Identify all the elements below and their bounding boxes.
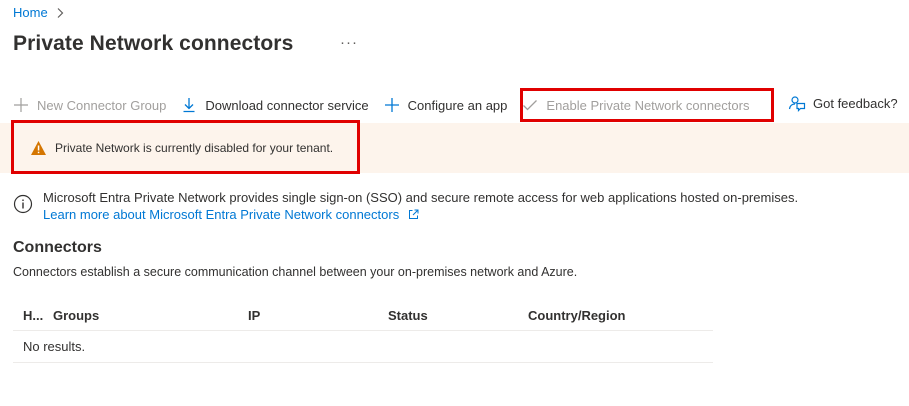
warning-banner-content: Private Network is currently disabled fo… (30, 140, 333, 156)
breadcrumb: Home (13, 5, 65, 20)
connectors-description: Connectors establish a secure communicat… (13, 265, 578, 279)
configure-app-label: Configure an app (407, 97, 508, 113)
more-options-button[interactable]: ··· (340, 34, 358, 51)
info-text: Microsoft Entra Private Network provides… (43, 190, 799, 205)
table-header: H... Groups IP Status Country/Region (13, 300, 713, 331)
column-header-status[interactable]: Status (388, 308, 528, 323)
external-link-icon (408, 209, 419, 219)
plus-icon (14, 98, 28, 112)
feedback-button[interactable]: Got feedback? (788, 94, 898, 112)
table-empty-row: No results. (13, 331, 713, 363)
download-connector-service-button[interactable]: Download connector service (181, 97, 369, 113)
enable-private-network-label: Enable Private Network connectors (546, 97, 750, 113)
feedback-icon (788, 96, 806, 112)
page: Home Private Network connectors ··· New … (0, 0, 909, 406)
connectors-table: H... Groups IP Status Country/Region No … (13, 300, 713, 363)
column-header-groups[interactable]: Groups (53, 308, 248, 323)
empty-results-text: No results. (23, 339, 86, 354)
feedback-label: Got feedback? (813, 95, 898, 111)
column-header-country-region[interactable]: Country/Region (528, 308, 713, 323)
enable-private-network-button[interactable]: Enable Private Network connectors (522, 97, 749, 113)
learn-more-link[interactable]: Learn more about Microsoft Entra Private… (43, 207, 399, 222)
warning-icon (31, 141, 46, 155)
command-bar: New Connector Group Download connector s… (13, 92, 764, 118)
chevron-right-icon (57, 7, 64, 18)
page-title: Private Network connectors (13, 32, 294, 55)
info-section: Microsoft Entra Private Network provides… (13, 189, 798, 223)
connectors-heading: Connectors (13, 239, 102, 256)
download-connector-service-label: Download connector service (205, 97, 369, 113)
info-icon (13, 194, 33, 214)
new-connector-group-button[interactable]: New Connector Group (13, 97, 166, 113)
breadcrumb-home-link[interactable]: Home (13, 5, 48, 20)
configure-app-button[interactable]: Configure an app (384, 97, 508, 113)
new-connector-group-label: New Connector Group (37, 97, 167, 113)
download-icon (183, 98, 195, 113)
column-header-ip[interactable]: IP (248, 308, 388, 323)
checkmark-icon (523, 100, 538, 111)
warning-banner-text: Private Network is currently disabled fo… (55, 141, 334, 155)
plus-icon (384, 98, 399, 112)
column-header-health[interactable]: H... (13, 308, 53, 323)
